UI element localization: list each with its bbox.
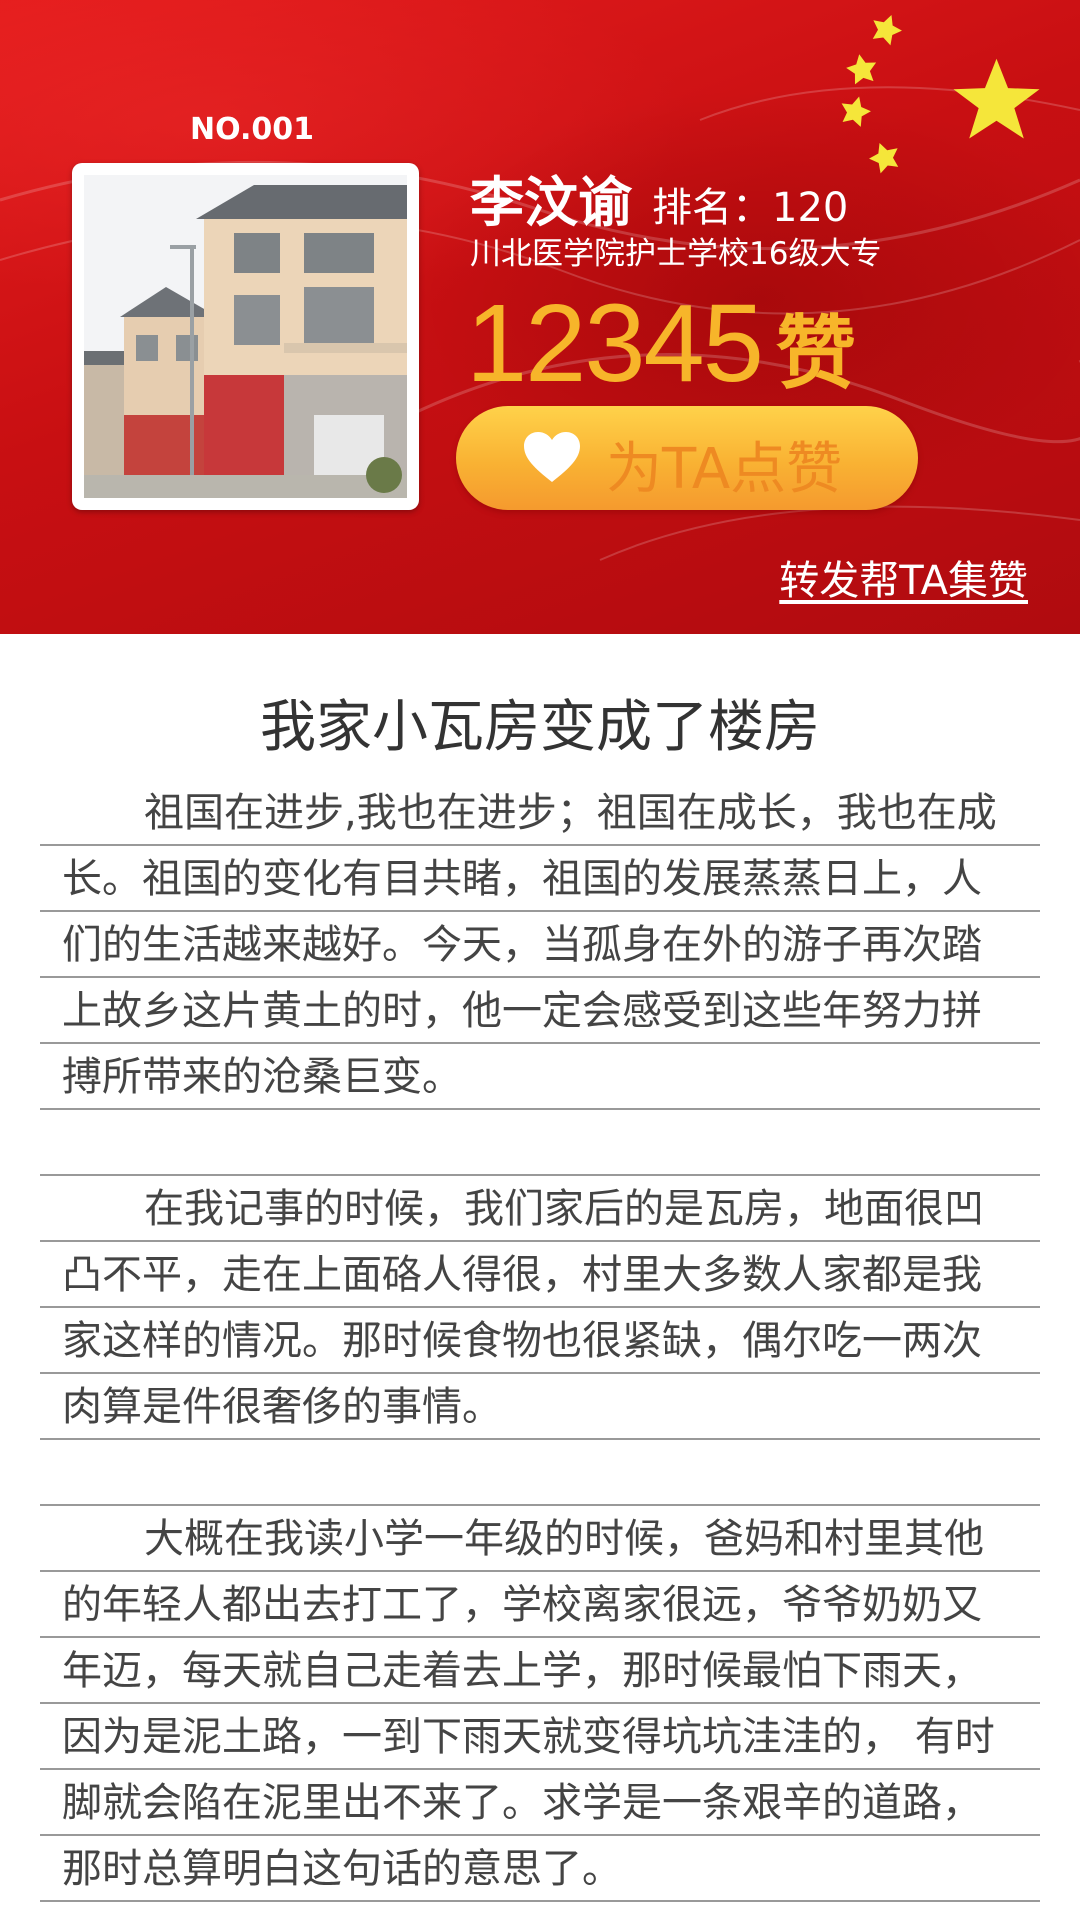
article-line: 因为是泥土路，一到下雨天就变得坑坑洼洼的， 有时 bbox=[40, 1704, 1040, 1770]
likes-count: 12345 bbox=[466, 282, 764, 405]
stars-decoration-icon bbox=[841, 14, 1040, 174]
article-line: 祖国在进步,我也在进步；祖国在成长，我也在成 bbox=[40, 780, 1040, 846]
share-link[interactable]: 转发帮TA集赞 bbox=[779, 548, 1028, 606]
entry-number: NO.001 bbox=[190, 112, 314, 147]
likes-row: 12345 赞 bbox=[466, 280, 856, 407]
article-line: 年迈，每天就自己走着去上学，那时候最怕下雨天， bbox=[40, 1638, 1040, 1704]
article-line: 们的生活越来越好。今天，当孤身在外的游子再次踏 bbox=[40, 912, 1040, 978]
entry-photo bbox=[84, 175, 407, 498]
name-rank-row: 李汶谕 排名：120 bbox=[470, 158, 848, 237]
article-line: 的年轻人都出去打工了，学校离家很远，爷爷奶奶又 bbox=[40, 1572, 1040, 1638]
article-line bbox=[40, 1110, 1040, 1176]
entry-name: 李汶谕 bbox=[470, 171, 632, 234]
likes-unit: 赞 bbox=[775, 307, 856, 400]
entry-photo-frame[interactable] bbox=[72, 163, 419, 510]
article-line: 搏所带来的沧桑巨变。 bbox=[40, 1044, 1040, 1110]
article-title: 我家小瓦房变成了楼房 bbox=[260, 695, 820, 760]
article-body: 祖国在进步,我也在进步；祖国在成长，我也在成 长。祖国的变化有目共睹，祖国的发展蒸… bbox=[40, 780, 1040, 1902]
article-line: 家这样的情况。那时候食物也很紧缺，偶尔吃一两次 bbox=[40, 1308, 1040, 1374]
article-line: 长。祖国的变化有目共睹，祖国的发展蒸蒸日上，人 bbox=[40, 846, 1040, 912]
article-line: 肉算是件很奢侈的事情。 bbox=[40, 1374, 1040, 1440]
article-line: 上故乡这片黄土的时，他一定会感受到这些年努力拼 bbox=[40, 978, 1040, 1044]
heart-icon bbox=[524, 432, 580, 482]
like-button[interactable]: 为TA点赞 bbox=[456, 406, 918, 510]
rank-value: 120 bbox=[772, 185, 849, 231]
article-line: 脚就会陷在泥里出不来了。求学是一条艰辛的道路， bbox=[40, 1770, 1040, 1836]
rank-label: 排名： bbox=[652, 185, 772, 231]
article-line: 凸不平，走在上面硌人得很，村里大多数人家都是我 bbox=[40, 1242, 1040, 1308]
article-line bbox=[40, 1440, 1040, 1506]
like-button-label: 为TA点赞 bbox=[606, 437, 843, 502]
article-line: 在我记事的时候，我们家后的是瓦房，地面很凹 bbox=[40, 1176, 1040, 1242]
header-banner: NO.001 李汶谕 排名：120 川北医学院护士学校16级大专 12345 赞… bbox=[0, 0, 1080, 634]
entry-school: 川北医学院护士学校16级大专 bbox=[470, 236, 882, 272]
article-line: 大概在我读小学一年级的时候，爸妈和村里其他 bbox=[40, 1506, 1040, 1572]
article-line: 那时总算明白这句话的意思了。 bbox=[40, 1836, 1040, 1902]
